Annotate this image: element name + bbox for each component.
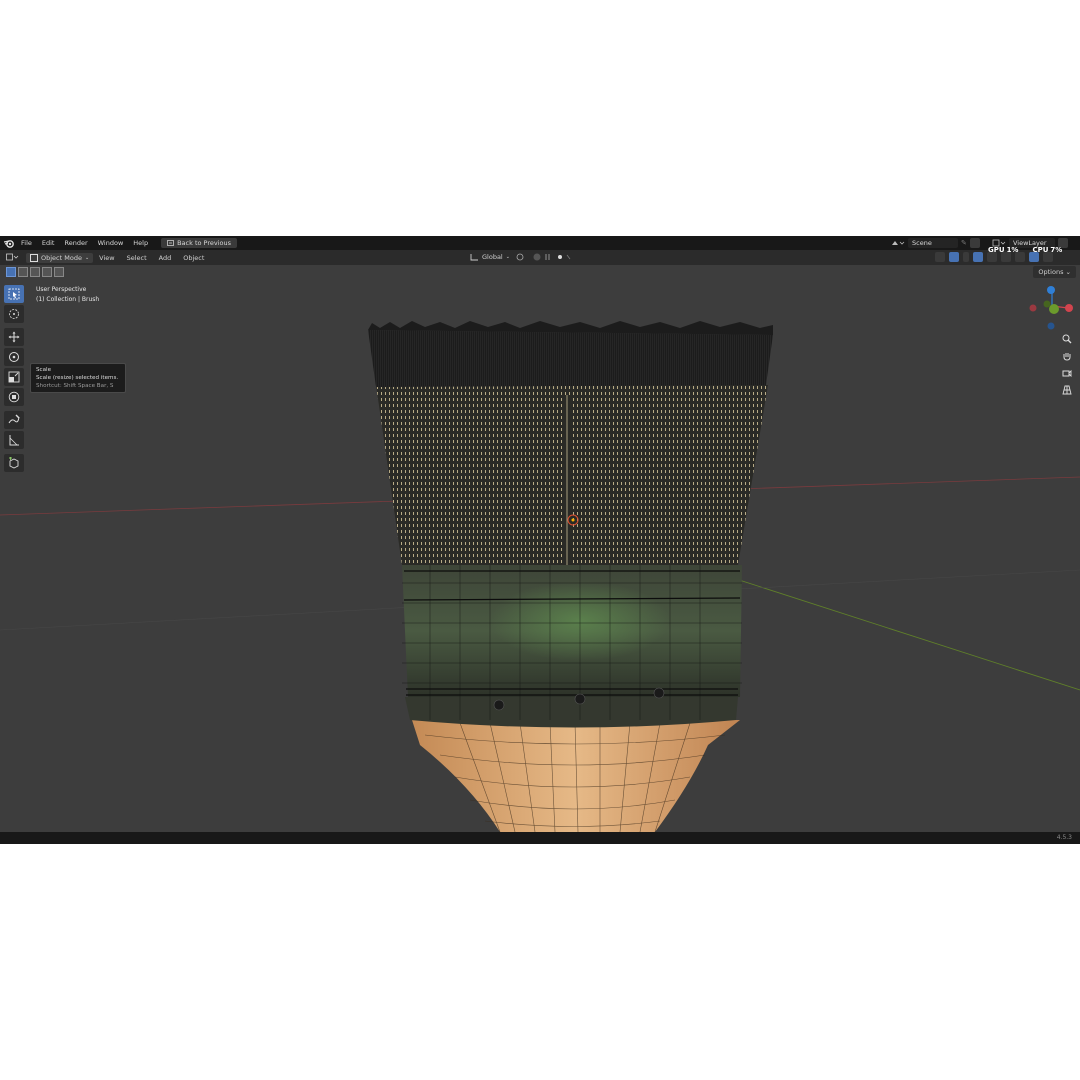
tooltip-title: Scale: [36, 367, 52, 373]
object-mode-icon: [30, 253, 38, 262]
tooltip-shortcut: Shortcut: Shift Space Bar, S: [36, 383, 114, 389]
cursor-icon: [9, 309, 19, 319]
blender-window: File Edit Render Window Help Back to Pre…: [0, 236, 1080, 844]
rivet: [653, 687, 665, 699]
zoom-icon[interactable]: [1060, 332, 1074, 346]
viewport-header: Object Mode ⌄ View Select Add Object Glo…: [0, 250, 1080, 265]
rotate-tool[interactable]: [4, 348, 24, 366]
version-label: 4.5.3: [1056, 834, 1072, 841]
scene-selector[interactable]: Scene ✎: [891, 238, 980, 248]
menu-help[interactable]: Help: [128, 239, 153, 247]
overlays-icon[interactable]: [973, 252, 983, 262]
collection-label: (1) Collection | Brush: [36, 296, 100, 303]
chevron-down-icon: ⌄: [505, 254, 510, 260]
add-cube-tool[interactable]: [4, 454, 24, 472]
overlay-dropdown-icon[interactable]: [963, 252, 969, 262]
select-extend-icon[interactable]: [18, 267, 28, 277]
editor-type-icon[interactable]: [6, 253, 20, 264]
select-box-icon: [8, 288, 20, 300]
x-axis-handle[interactable]: [1065, 304, 1073, 312]
gizmo-toggle-icon[interactable]: [949, 252, 959, 262]
tool-settings-row: Options ⌄: [0, 265, 1080, 279]
brush-bristles: [368, 321, 773, 565]
menu-view[interactable]: View: [93, 254, 120, 262]
scale-tool[interactable]: [4, 368, 24, 386]
cursor-tool[interactable]: [4, 305, 24, 323]
perspective-toggle-icon[interactable]: [1060, 383, 1074, 397]
rotate-icon: [9, 352, 19, 362]
scene-icon: [892, 241, 905, 245]
new-scene-icon[interactable]: [969, 238, 980, 248]
back-icon: [167, 240, 174, 246]
z-axis-handle[interactable]: [1047, 286, 1055, 294]
blender-logo-icon[interactable]: [2, 236, 16, 250]
menu-render[interactable]: Render: [59, 239, 92, 247]
gpu-label: GPU: [988, 246, 1005, 254]
options-label: Options: [1038, 268, 1064, 276]
snapping-controls[interactable]: [513, 252, 573, 262]
select-subtract-icon[interactable]: [30, 267, 40, 277]
tool-shelf: [4, 285, 24, 474]
select-new-icon[interactable]: [6, 267, 16, 277]
orientation-label: Global: [482, 253, 503, 261]
scale-tooltip: Scale Scale (resize) selected items. Sho…: [30, 363, 126, 393]
menu-window[interactable]: Window: [93, 239, 129, 247]
gpu-value: 1%: [1006, 246, 1019, 254]
rivet: [574, 693, 586, 705]
orientation-icon: [470, 254, 478, 261]
3d-viewport[interactable]: [0, 265, 1080, 832]
pan-hand-icon[interactable]: [1060, 349, 1074, 363]
perspective-label: User Perspective: [36, 286, 87, 293]
transform-icon: [8, 391, 20, 403]
cpu-value: 7%: [1050, 246, 1063, 254]
select-intersect-icon[interactable]: [54, 267, 64, 277]
back-to-previous-button[interactable]: Back to Previous: [161, 238, 238, 248]
tooltip-description: Scale (resize) selected items.: [36, 375, 119, 381]
menu-edit[interactable]: Edit: [37, 239, 60, 247]
annotate-tool[interactable]: [4, 411, 24, 429]
scene-name: Scene: [912, 239, 932, 247]
navigation-gizmo[interactable]: [1026, 284, 1076, 334]
select-invert-icon[interactable]: [42, 267, 52, 277]
y-axis-handle[interactable]: [1049, 304, 1059, 314]
move-icon: [8, 331, 20, 343]
rivet: [493, 699, 505, 711]
viewport-info: User Perspective (1) Collection | Brush: [36, 285, 99, 305]
object-mode-dropdown[interactable]: Object Mode ⌄: [26, 252, 94, 263]
select-box-tool[interactable]: [4, 285, 24, 303]
neg-y-axis-handle[interactable]: [1043, 300, 1051, 308]
options-dropdown[interactable]: Options ⌄: [1033, 266, 1076, 278]
camera-view-icon[interactable]: [1060, 366, 1074, 380]
scale-icon: [8, 371, 20, 383]
cpu-label: CPU: [1032, 246, 1049, 254]
pin-icon[interactable]: ✎: [961, 239, 967, 247]
visibility-icon[interactable]: [935, 252, 945, 262]
top-menu-bar: File Edit Render Window Help Back to Pre…: [0, 236, 1080, 250]
transform-tool[interactable]: [4, 388, 24, 406]
menu-add[interactable]: Add: [153, 254, 178, 262]
measure-tool[interactable]: [4, 431, 24, 449]
system-monitor: GPU 1% CPU 7%: [988, 246, 1062, 254]
measure-icon: [9, 435, 19, 446]
menu-object[interactable]: Object: [177, 254, 210, 262]
menu-file[interactable]: File: [16, 239, 37, 247]
status-bar: 4.5.3: [0, 832, 1080, 844]
neg-x-axis-handle[interactable]: [1029, 304, 1037, 312]
brush-ferrule: [402, 565, 742, 728]
transform-orientation-dropdown[interactable]: Global ⌄: [470, 252, 573, 262]
brush-handle: [412, 720, 740, 832]
move-tool[interactable]: [4, 328, 24, 346]
mode-label: Object Mode: [41, 253, 82, 262]
chevron-down-icon: ⌄: [84, 254, 90, 261]
back-button-label: Back to Previous: [177, 239, 232, 247]
neg-z-axis-handle[interactable]: [1047, 322, 1055, 330]
add-cube-icon: [9, 457, 19, 469]
annotate-icon: [8, 414, 20, 424]
menu-select[interactable]: Select: [121, 254, 153, 262]
